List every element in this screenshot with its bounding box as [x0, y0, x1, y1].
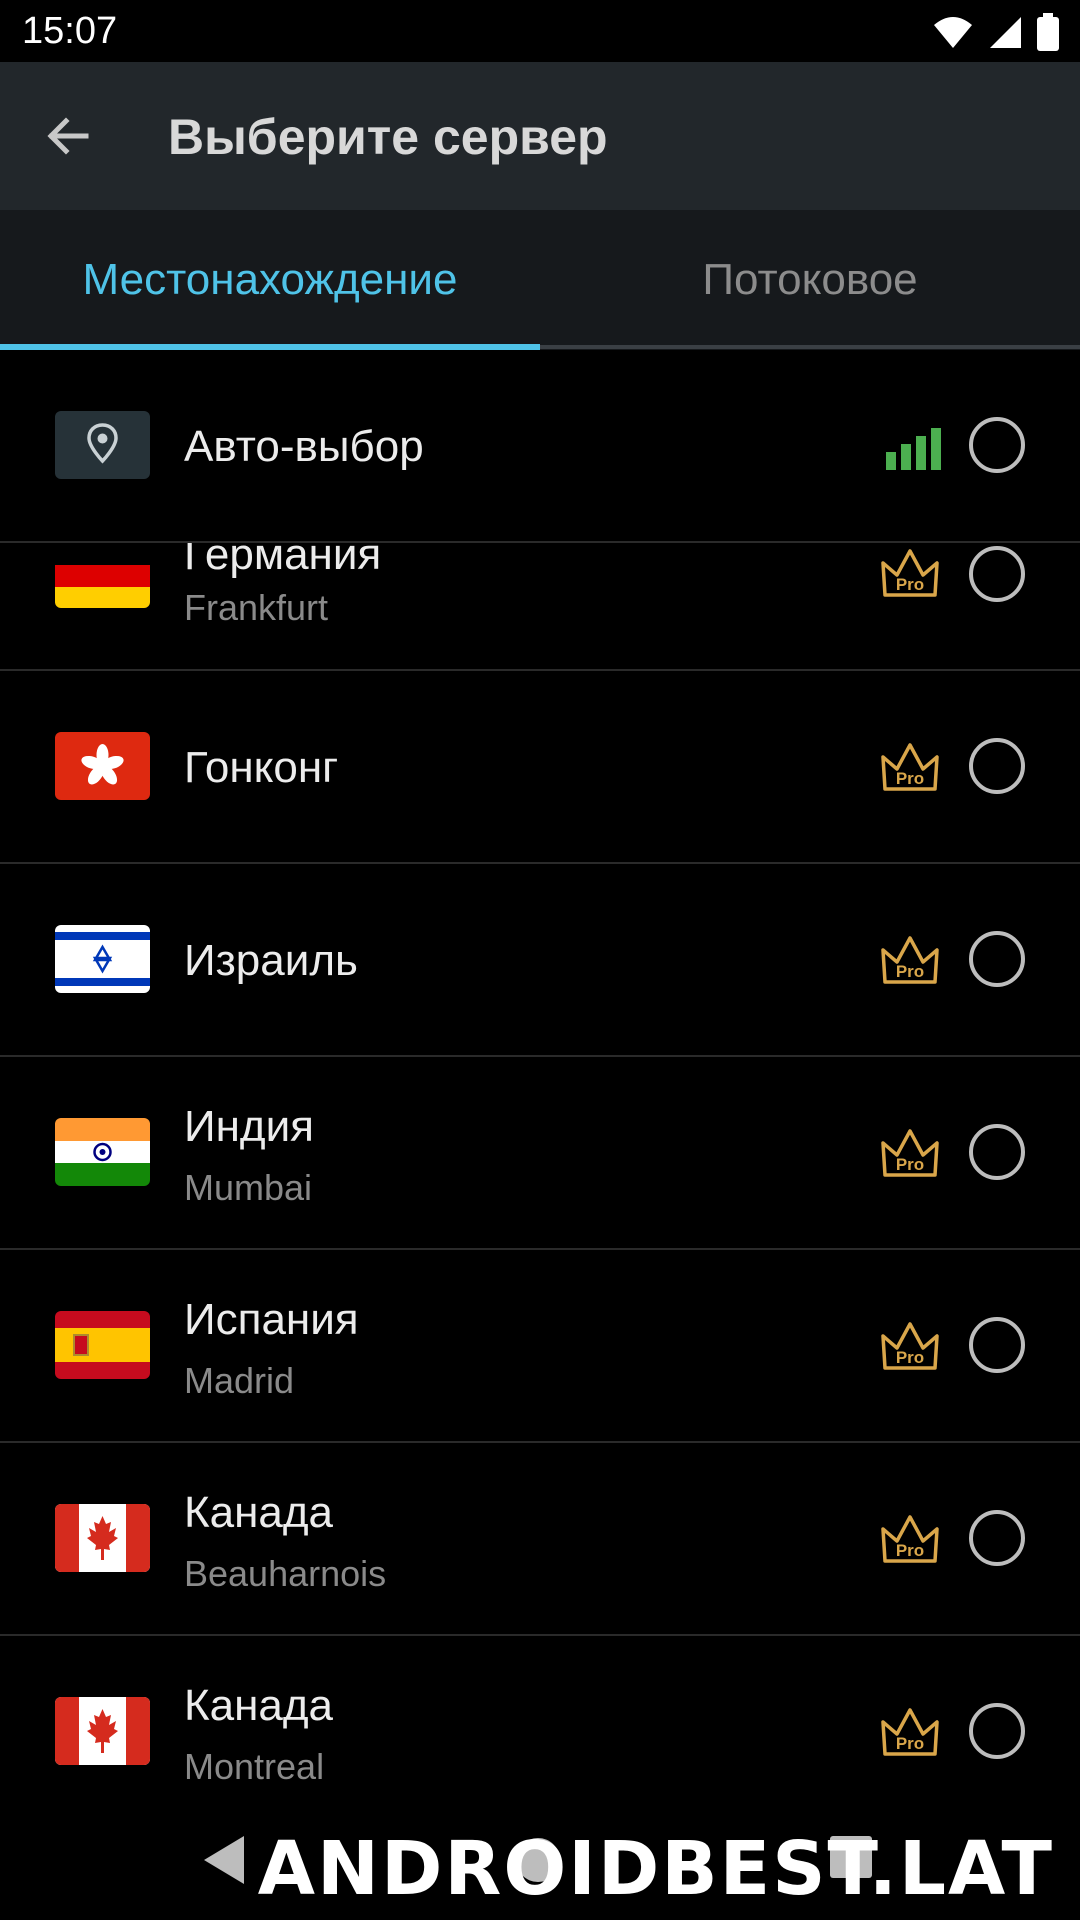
tab-bar: Местонахождение Потоковое: [0, 210, 1080, 350]
list-item-server[interactable]: Израиль Pro: [0, 864, 1080, 1057]
signal-strength-icon: [886, 428, 941, 470]
list-item-server[interactable]: Канада Montreal Pro: [0, 1636, 1080, 1796]
pro-label: Pro: [896, 1541, 924, 1560]
pro-label: Pro: [896, 575, 924, 594]
tab-track: [540, 345, 1080, 349]
server-name: Гонконг: [184, 743, 339, 792]
back-arrow-icon[interactable]: [40, 108, 96, 164]
pro-label: Pro: [896, 769, 924, 788]
list-item-auto-select[interactable]: Авто-выбор: [0, 350, 1080, 543]
radio-button[interactable]: [969, 1703, 1025, 1759]
radio-button[interactable]: [969, 738, 1025, 794]
pro-label: Pro: [896, 1348, 924, 1367]
app-bar: Выберите сервер: [0, 62, 1080, 210]
server-name: Авто-выбор: [184, 422, 424, 471]
pro-crown-icon: Pro: [881, 1322, 939, 1370]
pro-crown-icon: Pro: [881, 743, 939, 791]
server-name: Израиль: [184, 936, 358, 985]
radio-button[interactable]: [969, 546, 1025, 602]
list-item-server[interactable]: Гонконг Pro: [0, 671, 1080, 864]
list-item-server[interactable]: Индия Mumbai Pro: [0, 1057, 1080, 1250]
pro-crown-icon: Pro: [881, 1129, 939, 1177]
pro-label: Pro: [896, 962, 924, 981]
page-title: Выберите сервер: [168, 109, 608, 165]
battery-icon: [1037, 13, 1059, 51]
server-name: Канада: [184, 1681, 334, 1730]
tab-streaming[interactable]: Потоковое: [540, 210, 1080, 350]
pro-crown-icon: Pro: [881, 1515, 939, 1563]
server-city: Beauharnois: [184, 1553, 387, 1594]
nav-back-icon[interactable]: [200, 1834, 248, 1886]
pro-crown-icon: Pro: [881, 936, 939, 984]
server-city: Madrid: [184, 1360, 295, 1401]
server-name: Индия: [184, 1102, 315, 1151]
radio-button[interactable]: [969, 1124, 1025, 1180]
germany-flag: [55, 543, 150, 608]
server-name: Канада: [184, 1488, 334, 1537]
status-icons: [932, 12, 1060, 52]
tab-location[interactable]: Местонахождение: [0, 210, 540, 350]
list-item-server[interactable]: Канада Beauharnois Pro: [0, 1443, 1080, 1636]
radio-button[interactable]: [969, 931, 1025, 987]
location-pin-icon: [55, 411, 150, 479]
server-name: Испания: [184, 1295, 359, 1344]
hong-kong-flag: [55, 732, 150, 800]
canada-flag: [55, 1697, 150, 1765]
status-bar: 15:07: [0, 0, 1080, 62]
pro-label: Pro: [896, 1734, 924, 1753]
radio-button[interactable]: [969, 1510, 1025, 1566]
radio-button[interactable]: [969, 417, 1025, 473]
server-city: Frankfurt: [184, 587, 329, 628]
signal-icon: [990, 17, 1021, 48]
radio-button[interactable]: [969, 1317, 1025, 1373]
server-city: Montreal: [184, 1746, 325, 1787]
pro-crown-icon: Pro: [881, 549, 939, 597]
server-city: Mumbai: [184, 1167, 313, 1208]
pro-label: Pro: [896, 1155, 924, 1174]
server-name: Германия: [184, 543, 382, 579]
pro-crown-icon: Pro: [881, 1708, 939, 1756]
india-flag: [55, 1118, 150, 1186]
list-item-server[interactable]: Германия Frankfurt Pro: [0, 543, 1080, 671]
list-item-server[interactable]: Испания Madrid Pro: [0, 1250, 1080, 1443]
canada-flag: [55, 1504, 150, 1572]
israel-flag: [55, 925, 150, 993]
spain-flag: [55, 1311, 150, 1379]
wifi-icon: [934, 17, 972, 48]
status-time: 15:07: [22, 10, 118, 52]
watermark: ANDROIDBEST.LAT: [257, 1826, 1054, 1912]
